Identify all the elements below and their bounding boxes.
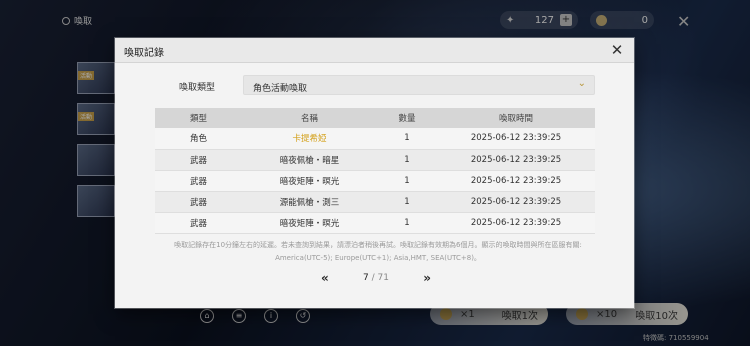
cell-name: 暗夜佩槍・暗星 bbox=[242, 149, 377, 171]
cell-quantity: 1 bbox=[377, 170, 437, 192]
column-header-time: 喚取時間 bbox=[437, 108, 595, 128]
cell-time: 2025-06-12 23:39:25 bbox=[437, 170, 595, 192]
modal-close-button[interactable]: ✕ bbox=[608, 41, 626, 59]
cell-name: 暗夜矩陣・暝光 bbox=[242, 170, 377, 192]
chevron-down-icon: ⌄ bbox=[577, 78, 586, 89]
next-page-button[interactable]: » bbox=[423, 271, 431, 285]
cell-time: 2025-06-12 23:39:25 bbox=[437, 149, 595, 171]
cell-type: 武器 bbox=[155, 212, 242, 234]
modal-title: 喚取記錄 bbox=[124, 48, 164, 59]
cell-time: 2025-06-12 23:39:25 bbox=[437, 212, 595, 234]
records-table: 類型 名稱 數量 喚取時間 角色 卡提希婭 1 2025-06-12 23:39… bbox=[155, 108, 595, 234]
table-row: 武器 源能佩槍・測三 1 2025-06-12 23:39:25 bbox=[155, 191, 595, 213]
cell-name: 暗夜矩陣・暝光 bbox=[242, 212, 377, 234]
convene-history-modal: 喚取記錄 ✕ 喚取類型 角色活動喚取 ⌄ 類型 名稱 數量 喚取時間 角色 卡提… bbox=[115, 38, 634, 308]
cell-time: 2025-06-12 23:39:25 bbox=[437, 128, 595, 150]
cell-type: 角色 bbox=[155, 128, 242, 150]
table-row: 武器 暗夜佩槍・暗星 1 2025-06-12 23:39:25 bbox=[155, 149, 595, 171]
page-indicator: 7 / 71 bbox=[363, 273, 389, 283]
note-line-2: America(UTC-5); Europe(UTC+1); Asia,HMT,… bbox=[275, 254, 481, 262]
cell-name: 卡提希婭 bbox=[242, 128, 377, 150]
table-row: 武器 暗夜矩陣・暝光 1 2025-06-12 23:39:25 bbox=[155, 170, 595, 192]
cell-type: 武器 bbox=[155, 149, 242, 171]
column-header-name: 名稱 bbox=[242, 108, 377, 128]
column-header-quantity: 數量 bbox=[377, 108, 437, 128]
cell-name: 源能佩槍・測三 bbox=[242, 191, 377, 213]
cell-type: 武器 bbox=[155, 191, 242, 213]
cell-quantity: 1 bbox=[377, 149, 437, 171]
prev-page-button[interactable]: « bbox=[321, 271, 329, 285]
history-note: 喚取記錄存在10分鐘左右的延遲。若未查詢到結果，請漂泊者稍後再試。喚取記錄有效期… bbox=[157, 239, 599, 265]
pagination: « 7 / 71 » bbox=[321, 270, 431, 286]
cell-time: 2025-06-12 23:39:25 bbox=[437, 191, 595, 213]
cell-quantity: 1 bbox=[377, 191, 437, 213]
table-row: 角色 卡提希婭 1 2025-06-12 23:39:25 bbox=[155, 128, 595, 150]
table-row: 武器 暗夜矩陣・暝光 1 2025-06-12 23:39:25 bbox=[155, 212, 595, 234]
table-header-row: 類型 名稱 數量 喚取時間 bbox=[155, 108, 595, 128]
convene-type-value: 角色活動喚取 bbox=[253, 84, 308, 94]
cell-type: 武器 bbox=[155, 170, 242, 192]
cell-quantity: 1 bbox=[377, 212, 437, 234]
modal-header: 喚取記錄 ✕ bbox=[115, 38, 634, 63]
cell-quantity: 1 bbox=[377, 128, 437, 150]
convene-type-dropdown[interactable]: 角色活動喚取 ⌄ bbox=[243, 75, 595, 95]
column-header-type: 類型 bbox=[155, 108, 242, 128]
total-pages: / 71 bbox=[368, 273, 389, 283]
note-line-1: 喚取記錄存在10分鐘左右的延遲。若未查詢到結果，請漂泊者稍後再試。喚取記錄有效期… bbox=[174, 241, 582, 249]
filter-label: 喚取類型 bbox=[179, 83, 216, 93]
